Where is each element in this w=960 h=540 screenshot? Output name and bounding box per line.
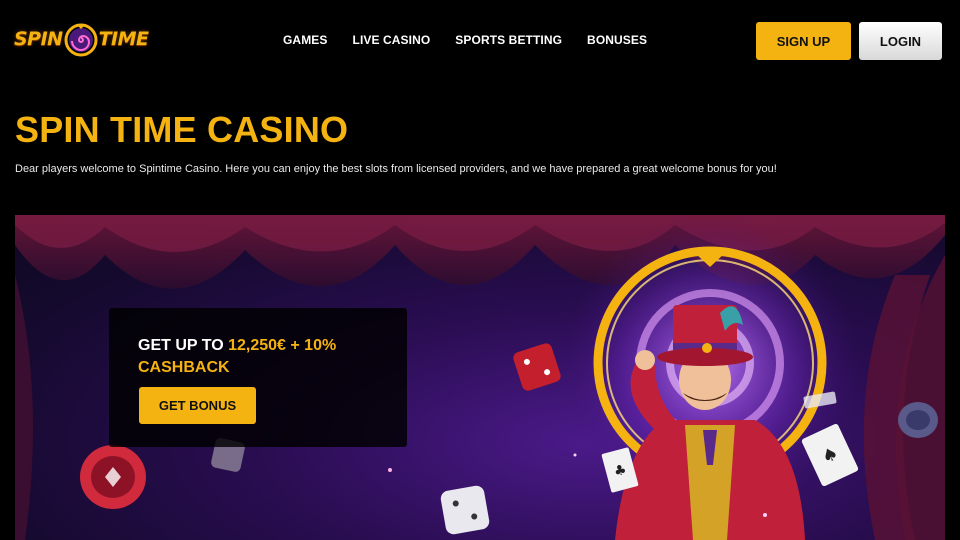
promo-banner: ♠ ♣ GET UP TO 12,250€ + 10% CASHBACK GET… <box>15 215 945 540</box>
logo[interactable]: SPIN TIME <box>14 16 149 62</box>
sign-up-button[interactable]: SIGN UP <box>756 22 851 60</box>
logo-word-time: TIME <box>98 28 149 50</box>
logo-word-spin: SPIN <box>14 28 63 50</box>
site-header: SPIN TIME GAMES LIVE CASINO SPORTS BETTI… <box>0 0 960 82</box>
get-bonus-button[interactable]: GET BONUS <box>139 387 256 424</box>
login-button[interactable]: LOGIN <box>859 22 942 60</box>
nav-live-casino[interactable]: LIVE CASINO <box>353 33 431 47</box>
intro-text: Dear players welcome to Spintime Casino.… <box>15 163 777 175</box>
promo-box: GET UP TO 12,250€ + 10% CASHBACK GET BON… <box>109 308 407 447</box>
nav-bonuses[interactable]: BONUSES <box>587 33 647 47</box>
promo-amount: 12,250€ + 10% <box>228 337 337 354</box>
main-nav: GAMES LIVE CASINO SPORTS BETTING BONUSES <box>283 33 672 47</box>
page-title: SPIN TIME CASINO <box>15 109 349 150</box>
promo-cashback: CASHBACK <box>138 359 230 376</box>
spiral-icon <box>64 19 98 59</box>
promo-prefix: GET UP TO <box>138 337 229 354</box>
nav-games[interactable]: GAMES <box>283 33 328 47</box>
promo-headline: GET UP TO 12,250€ + 10% <box>138 337 336 355</box>
nav-sports-betting[interactable]: SPORTS BETTING <box>455 33 562 47</box>
